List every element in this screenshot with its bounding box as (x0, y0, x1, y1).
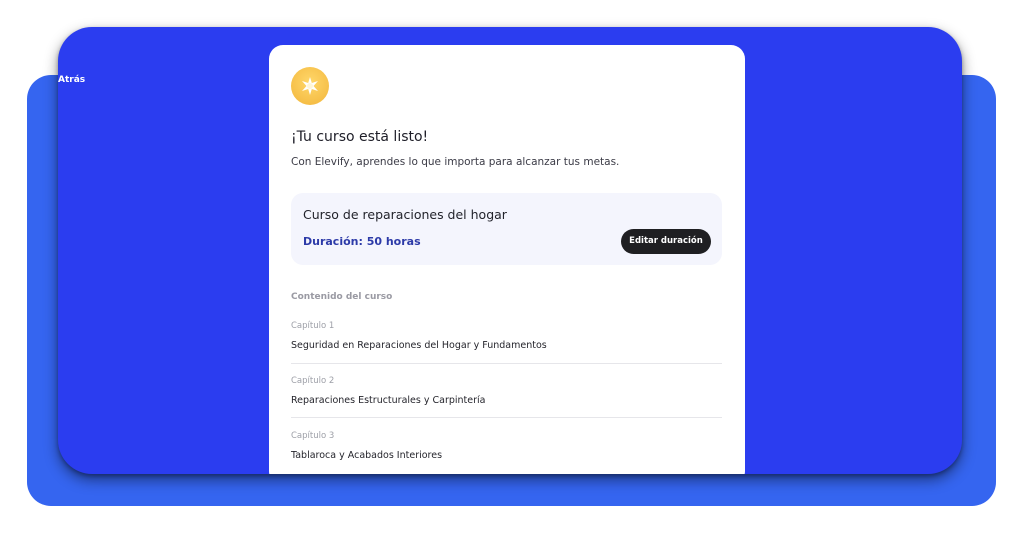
chapter-number: Capítulo 1 (291, 321, 335, 331)
page-subtitle: Con Elevify, aprendes lo que importa par… (291, 156, 620, 168)
app-frame: Atrás ¡Tu curso está listo! Con Elevify,… (58, 27, 962, 474)
chapter-name: Seguridad en Reparaciones del Hogar y Fu… (291, 340, 547, 351)
chapter-name: Reparaciones Estructurales y Carpintería (291, 395, 486, 406)
course-summary: Curso de reparaciones del hogar Duración… (291, 193, 722, 265)
chapter-item[interactable]: Capítulo 1 Seguridad en Reparaciones del… (291, 321, 722, 351)
page-title: ¡Tu curso está listo! (291, 129, 429, 145)
chapter-number: Capítulo 3 (291, 431, 335, 441)
chapter-number: Capítulo 2 (291, 376, 335, 386)
chapter-item[interactable]: Capítulo 3 Tablaroca y Acabados Interior… (291, 431, 722, 461)
divider (291, 417, 722, 418)
course-ready-card: ¡Tu curso está listo! Con Elevify, apren… (269, 45, 745, 474)
chapter-item[interactable]: Capítulo 2 Reparaciones Estructurales y … (291, 376, 722, 406)
divider (291, 363, 722, 364)
sunburst-logo-icon (291, 67, 329, 105)
chapter-name: Tablaroca y Acabados Interiores (291, 450, 443, 461)
course-name: Curso de reparaciones del hogar (303, 207, 507, 222)
back-link[interactable]: Atrás (58, 75, 85, 85)
course-duration: Duración: 50 horas (303, 235, 421, 248)
edit-duration-button[interactable]: Editar duración (621, 229, 711, 254)
content-section-title: Contenido del curso (291, 292, 393, 302)
